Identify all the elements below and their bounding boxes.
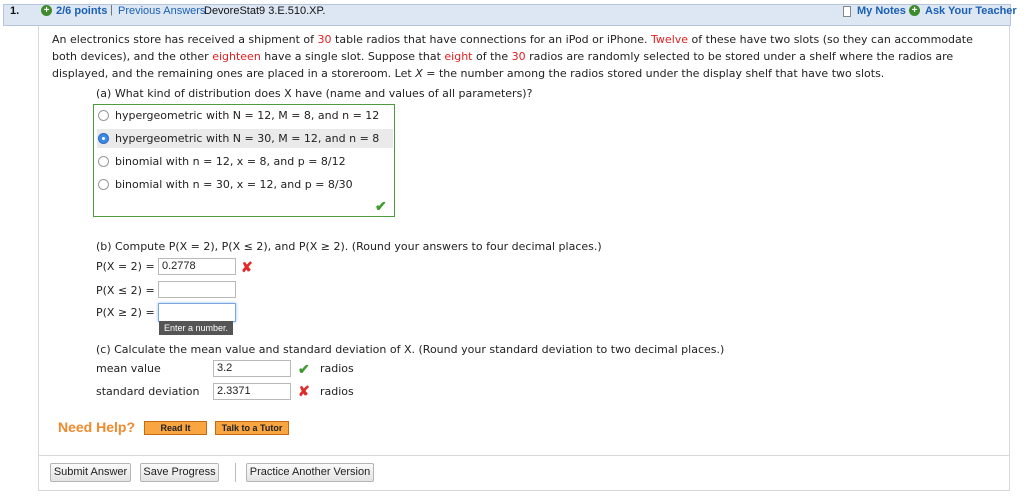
std-dev-label: standard deviation	[96, 385, 200, 398]
check-icon: ✔	[298, 361, 310, 377]
part-c-question: (c) Calculate the mean value and standar…	[96, 343, 725, 356]
x-icon: ✘	[298, 383, 310, 399]
option-label: hypergeometric with N = 30, M = 12, and …	[115, 132, 380, 145]
mean-value-label: mean value	[96, 362, 161, 375]
p-le-2-input[interactable]	[158, 281, 236, 298]
option-label: binomial with n = 12, x = 8, and p = 8/1…	[115, 155, 346, 168]
mean-value-input[interactable]: 3.2	[213, 360, 291, 377]
part-a-question: (a) What kind of distribution does X hav…	[96, 87, 533, 100]
p-le-2-label: P(X ≤ 2) =	[96, 284, 155, 297]
need-help-title: Need Help?	[58, 419, 136, 435]
ask-teacher-link[interactable]: Ask Your Teacher	[925, 5, 1017, 17]
points-link[interactable]: 2/6 points	[56, 5, 107, 17]
std-dev-input[interactable]: 2.3371	[213, 383, 291, 400]
question-stem: An electronics store has received a ship…	[52, 33, 973, 80]
expand-plus-icon[interactable]: +	[41, 5, 52, 16]
x-icon: ✘	[241, 259, 253, 275]
ask-plus-icon[interactable]: +	[909, 5, 920, 16]
my-notes-link[interactable]: My Notes	[857, 5, 906, 17]
talk-to-tutor-button[interactable]: Talk to a Tutor	[215, 421, 289, 435]
mean-unit-label: radios	[320, 362, 354, 375]
save-progress-button[interactable]: Save Progress	[140, 463, 219, 482]
part-b-question: (b) Compute P(X = 2), P(X ≤ 2), and P(X …	[96, 240, 602, 253]
previous-answers-link[interactable]: Previous Answers	[118, 5, 205, 17]
read-it-button[interactable]: Read It	[144, 421, 207, 435]
radio-button-icon[interactable]	[98, 110, 109, 121]
radio-button-icon[interactable]	[98, 179, 109, 190]
option-2[interactable]: hypergeometric with N = 30, M = 12, and …	[97, 129, 393, 148]
notes-icon[interactable]	[843, 6, 851, 17]
p-ge-2-input[interactable]	[158, 303, 236, 322]
practice-another-version-button[interactable]: Practice Another Version	[246, 463, 374, 482]
radio-button-icon[interactable]	[98, 156, 109, 167]
option-1[interactable]: hypergeometric with N = 12, M = 8, and n…	[97, 106, 393, 125]
p-equal-2-input[interactable]: 0.2778	[158, 258, 236, 275]
p-ge-2-label: P(X ≥ 2) =	[96, 306, 155, 319]
check-icon: ✔	[375, 198, 387, 214]
header-separator: |	[110, 4, 113, 16]
enter-number-tooltip: Enter a number.	[159, 321, 233, 335]
question-code: DevoreStat9 3.E.510.XP.	[204, 5, 326, 17]
submit-answer-button[interactable]: Submit Answer	[50, 463, 131, 482]
std-dev-unit-label: radios	[320, 385, 354, 398]
option-label: binomial with n = 30, x = 12, and p = 8/…	[115, 178, 353, 191]
option-4[interactable]: binomial with n = 30, x = 12, and p = 8/…	[97, 175, 393, 194]
question-number: 1.	[10, 5, 20, 17]
button-divider	[235, 463, 236, 482]
option-label: hypergeometric with N = 12, M = 8, and n…	[115, 109, 380, 122]
p-equal-2-label: P(X = 2) =	[96, 260, 155, 273]
option-3[interactable]: binomial with n = 12, x = 8, and p = 8/1…	[97, 152, 393, 171]
radio-button-selected-icon[interactable]	[98, 133, 109, 144]
